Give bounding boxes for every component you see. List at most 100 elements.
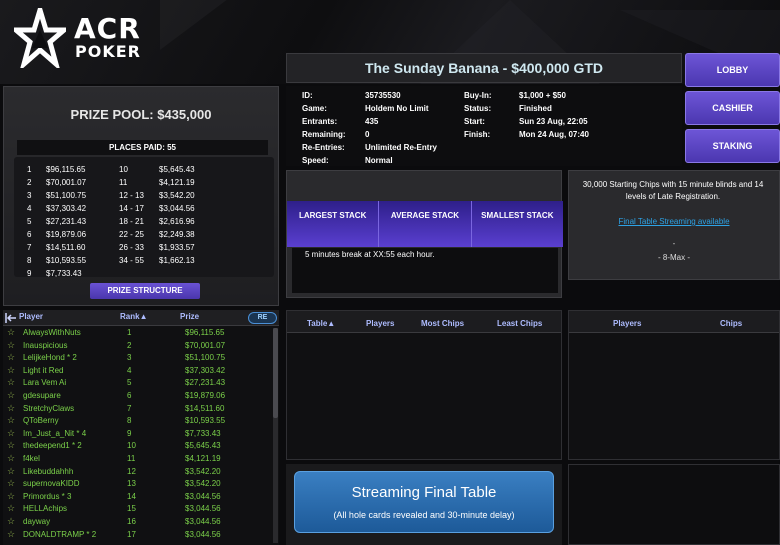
info-value: 0 <box>365 130 370 139</box>
prize-place: 14 - 17 <box>119 204 144 213</box>
table-row[interactable]: ☆ dayway 16 $3,044.56 <box>7 516 273 529</box>
prize-place: 22 - 25 <box>119 230 144 239</box>
prize-amount: $51,100.75 <box>46 191 87 200</box>
player-rank: 6 <box>127 391 132 400</box>
column-header-least-chips[interactable]: Least Chips <box>497 319 542 328</box>
info-label: Status: <box>464 104 492 113</box>
table-row[interactable]: ☆ thedeepend1 * 2 10 $5,645.43 <box>7 440 273 453</box>
prize-pool-panel: PRIZE POOL: $435,000 PLACES PAID: 55 1 $… <box>3 86 279 306</box>
prize-place: 5 <box>27 217 32 226</box>
prize-place: 8 <box>27 256 32 265</box>
star-icon[interactable]: ☆ <box>7 352 15 363</box>
info-label: Finish: <box>464 130 491 139</box>
star-icon[interactable]: ☆ <box>7 403 15 414</box>
player-list-scrollbar[interactable] <box>273 328 278 543</box>
star-icon[interactable]: ☆ <box>7 478 15 489</box>
player-name: gdesupare <box>23 391 61 400</box>
tournament-description-panel: 30,000 Starting Chips with 15 minute bli… <box>568 170 780 280</box>
tab-smallest-stack[interactable]: SMALLEST STACK <box>472 201 563 247</box>
prize-structure-button[interactable]: PRIZE STRUCTURE <box>90 283 200 299</box>
streaming-subtitle: (All hole cards revealed and 30-minute d… <box>333 510 515 520</box>
star-icon[interactable]: ☆ <box>7 466 15 477</box>
table-row[interactable]: ☆ Im_Just_a_Nit * 4 9 $7,733.43 <box>7 428 273 441</box>
column-header-most-chips[interactable]: Most Chips <box>421 319 464 328</box>
star-icon[interactable]: ☆ <box>7 340 15 351</box>
tab-average-stack[interactable]: AVERAGE STACK <box>379 201 472 247</box>
prize-place: 26 - 33 <box>119 243 144 252</box>
player-prize: $3,044.56 <box>185 517 221 526</box>
prize-place: 1 <box>27 165 32 174</box>
streaming-title: Streaming Final Table <box>351 484 497 501</box>
player-name: HELLAchips <box>23 504 68 514</box>
player-prize: $3,542.20 <box>185 479 221 489</box>
prize-place: 11 <box>119 178 128 187</box>
table-row[interactable]: ☆ HELLAchips 15 $3,044.56 <box>7 503 273 516</box>
table-row[interactable]: ☆ Inauspicious 2 $70,001.07 <box>7 340 273 353</box>
star-icon[interactable]: ☆ <box>7 491 15 502</box>
table-format-label: - 8-Max - <box>658 253 690 262</box>
re-entry-badge[interactable]: RE <box>248 312 277 324</box>
star-icon[interactable]: ☆ <box>7 453 15 464</box>
table-row[interactable]: ☆ Lara Vem Ai 5 $27,231.43 <box>7 377 273 390</box>
tournament-title-bar: The Sunday Banana - $400,000 GTD <box>286 53 682 83</box>
stack-content: 5 minutes break at XX:55 each hour. <box>292 248 558 293</box>
final-table-streaming-link[interactable]: Final Table Streaming available <box>569 217 779 226</box>
prize-amount: $2,249.38 <box>159 230 195 239</box>
info-label: Speed: <box>302 156 329 165</box>
column-header-chips[interactable]: Chips <box>720 319 742 328</box>
star-icon[interactable]: ☆ <box>7 377 15 388</box>
prize-amount: $2,616.96 <box>159 217 195 226</box>
table-row[interactable]: ☆ AlwaysWithNuts 1 $96,115.65 <box>7 327 273 340</box>
table-row[interactable]: ☆ supernovaKIDD 13 $3,542.20 <box>7 478 273 491</box>
lobby-button[interactable]: LOBBY <box>685 53 780 87</box>
column-header-players[interactable]: Players <box>366 319 394 328</box>
star-icon[interactable]: ☆ <box>7 365 15 376</box>
star-icon[interactable]: ☆ <box>7 428 15 439</box>
table-row[interactable]: ☆ Primordus * 3 14 $3,044.56 <box>7 491 273 504</box>
info-value: Unlimited Re-Entry <box>365 143 438 152</box>
cashier-button[interactable]: CASHIER <box>685 91 780 125</box>
info-label: Start: <box>464 117 485 126</box>
column-header-prize[interactable]: Prize <box>180 312 199 321</box>
streaming-final-table-button[interactable]: Streaming Final Table (All hole cards re… <box>294 471 554 533</box>
stack-panel: LARGEST STACK AVERAGE STACK SMALLEST STA… <box>286 170 563 298</box>
scrollbar-thumb[interactable] <box>273 328 278 418</box>
prize-amount: $1,933.57 <box>159 243 195 252</box>
star-icon[interactable]: ☆ <box>7 415 15 426</box>
player-name: AlwaysWithNuts <box>23 328 81 337</box>
prize-place: 2 <box>27 178 32 187</box>
table-row[interactable]: ☆ f4kel 11 $4,121.19 <box>7 453 273 466</box>
table-row[interactable]: ☆ Likebuddahhh 12 $3,542.20 <box>7 466 273 479</box>
player-rank: 2 <box>127 340 132 350</box>
acr-logo-icon <box>14 8 66 68</box>
tab-largest-stack[interactable]: LARGEST STACK <box>287 201 380 247</box>
column-header-table-players[interactable]: Players <box>613 319 641 328</box>
prize-place: 6 <box>27 230 32 239</box>
player-name: Lara Vem Ai <box>23 378 67 388</box>
collapse-left-icon[interactable] <box>5 313 17 323</box>
star-icon[interactable]: ☆ <box>7 327 15 338</box>
table-row[interactable]: ☆ gdesupare 6 $19,879.06 <box>7 390 273 403</box>
column-header-player[interactable]: Player <box>19 312 43 321</box>
prize-place: 7 <box>27 243 32 252</box>
prize-place: 9 <box>27 269 32 278</box>
prize-amount: $10,593.55 <box>46 256 87 265</box>
star-icon[interactable]: ☆ <box>7 390 15 401</box>
star-icon[interactable]: ☆ <box>7 516 15 527</box>
table-row[interactable]: ☆ DONALDTRAMP * 2 17 $3,044.56 <box>7 529 273 542</box>
logo-text-acr: ACR <box>74 12 141 45</box>
prize-amount: $3,044.56 <box>159 204 195 213</box>
table-row[interactable]: ☆ Light it Red 4 $37,303.42 <box>7 365 273 378</box>
places-paid-label: PLACES PAID: 55 <box>17 140 268 155</box>
column-header-rank[interactable]: Rank▲ <box>120 312 147 321</box>
table-row[interactable]: ☆ StretchyClaws 7 $14,511.60 <box>7 403 273 416</box>
staking-button[interactable]: STAKING <box>685 129 780 163</box>
star-icon[interactable]: ☆ <box>7 440 15 451</box>
prize-amount: $3,542.20 <box>159 191 195 200</box>
table-row[interactable]: ☆ QToBerny 8 $10,593.55 <box>7 415 273 428</box>
star-icon[interactable]: ☆ <box>7 529 15 540</box>
prize-place: 3 <box>27 191 32 200</box>
star-icon[interactable]: ☆ <box>7 503 15 514</box>
table-row[interactable]: ☆ LelijkeHond * 2 3 $51,100.75 <box>7 352 273 365</box>
column-header-table[interactable]: Table▲ <box>307 319 335 328</box>
